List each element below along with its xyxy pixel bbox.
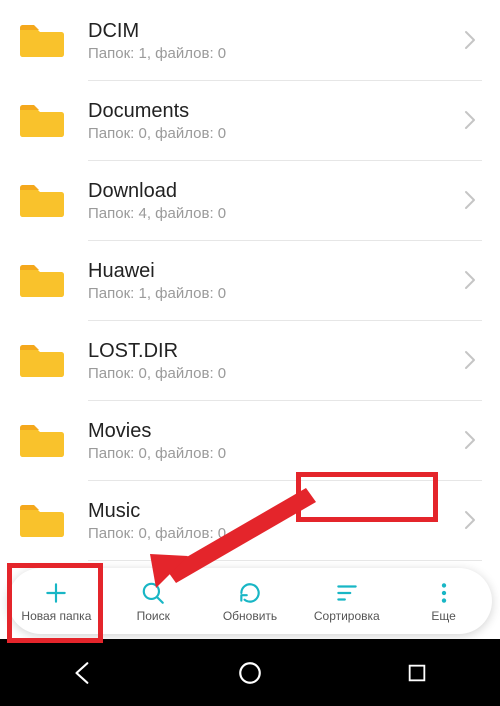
folder-icon [18,100,66,140]
sort-label: Сортировка [314,609,380,623]
folder-meta: Папок: 1, файлов: 0 [88,285,458,302]
folder-texts: Movies Папок: 0, файлов: 0 [88,419,458,462]
folder-row[interactable]: Movies Папок: 0, файлов: 0 [0,400,500,480]
folder-icon [18,180,66,220]
chevron-right-icon [458,30,482,50]
nav-back-button[interactable] [23,639,143,706]
folder-row[interactable]: DCIM Папок: 1, файлов: 0 [0,0,500,80]
folder-texts: Huawei Папок: 1, файлов: 0 [88,259,458,302]
folder-meta: Папок: 4, файлов: 0 [88,205,458,222]
folder-icon [18,420,66,460]
bottom-action-bar: Новая папка Поиск Обновить Сортировка Ещ… [8,568,492,634]
refresh-icon [236,579,264,607]
folder-texts: Download Папок: 4, файлов: 0 [88,179,458,222]
folder-texts: DCIM Папок: 1, файлов: 0 [88,19,458,62]
sort-button[interactable]: Сортировка [298,568,395,634]
folder-icon [18,340,66,380]
chevron-right-icon [458,510,482,530]
refresh-button[interactable]: Обновить [202,568,299,634]
folder-name: LOST.DIR [88,339,458,363]
folder-icon [18,20,66,60]
folder-row[interactable]: Music Папок: 0, файлов: 0 [0,480,500,560]
folder-icon [18,260,66,300]
folder-meta: Папок: 0, файлов: 0 [88,365,458,382]
folder-texts: Music Папок: 0, файлов: 0 [88,499,458,542]
folder-meta: Папок: 0, файлов: 0 [88,525,458,542]
folder-name: DCIM [88,19,458,43]
chevron-right-icon [458,110,482,130]
folder-name: Huawei [88,259,458,283]
chevron-right-icon [458,270,482,290]
refresh-label: Обновить [223,609,277,623]
chevron-right-icon [458,430,482,450]
folder-row[interactable]: LOST.DIR Папок: 0, файлов: 0 [0,320,500,400]
more-label: Еще [431,609,455,623]
chevron-right-icon [458,190,482,210]
search-button[interactable]: Поиск [105,568,202,634]
system-navbar [0,639,500,706]
chevron-right-icon [458,350,482,370]
search-label: Поиск [137,609,170,623]
folder-texts: Documents Папок: 0, файлов: 0 [88,99,458,142]
folder-meta: Папок: 0, файлов: 0 [88,445,458,462]
folder-row[interactable]: Documents Папок: 0, файлов: 0 [0,80,500,160]
folder-texts: LOST.DIR Папок: 0, файлов: 0 [88,339,458,382]
folder-row[interactable]: Huawei Папок: 1, файлов: 0 [0,240,500,320]
plus-icon [42,579,70,607]
folder-row[interactable]: Download Папок: 4, файлов: 0 [0,160,500,240]
folder-name: Download [88,179,458,203]
folder-name: Documents [88,99,458,123]
folder-icon [18,500,66,540]
folder-name: Music [88,499,458,523]
search-icon [139,579,167,607]
nav-home-button[interactable] [190,639,310,706]
folder-list: DCIM Папок: 1, файлов: 0 Documents Папок: 0… [0,0,500,639]
sort-icon [333,579,361,607]
folder-name: Movies [88,419,458,443]
folder-meta: Папок: 1, файлов: 0 [88,45,458,62]
folder-meta: Папок: 0, файлов: 0 [88,125,458,142]
more-icon [430,579,458,607]
more-button[interactable]: Еще [395,568,492,634]
nav-recents-button[interactable] [357,639,477,706]
new-folder-button[interactable]: Новая папка [8,568,105,634]
new-folder-label: Новая папка [21,609,91,623]
